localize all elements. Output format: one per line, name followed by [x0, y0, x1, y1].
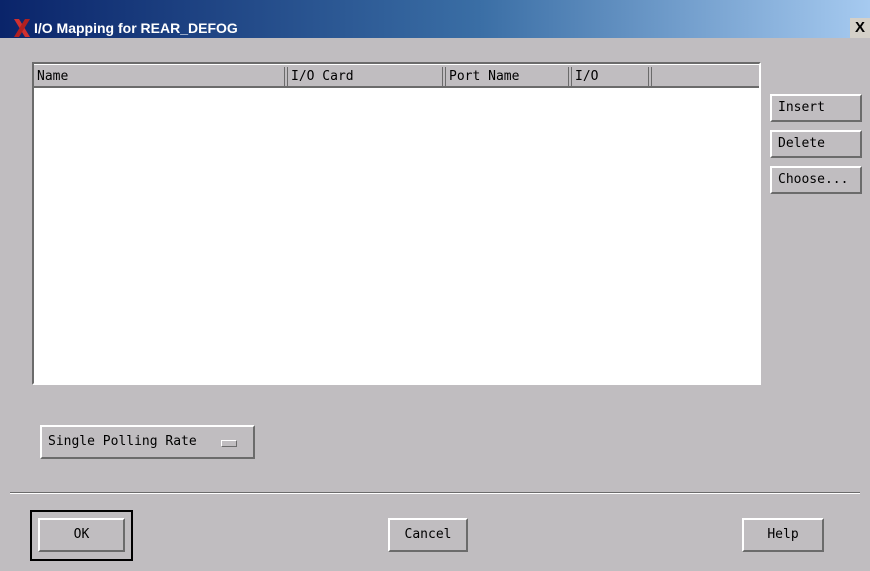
table-header: Name I/O Card Port Name I/O [34, 64, 759, 88]
dialog-window: I/O Mapping for REAR_DEFOG X Name I/O Ca… [0, 0, 870, 571]
x-logo-icon [13, 18, 31, 38]
option-menu-indicator-icon [221, 440, 237, 447]
choose-button[interactable]: Choose... [770, 166, 862, 194]
window-title: I/O Mapping for REAR_DEFOG [34, 20, 238, 36]
polling-rate-selected: Single Polling Rate [48, 434, 197, 449]
title-bar[interactable]: I/O Mapping for REAR_DEFOG X [0, 0, 870, 38]
ok-button[interactable]: OK [38, 518, 125, 552]
column-header-name[interactable]: Name [34, 64, 288, 88]
cancel-button[interactable]: Cancel [388, 518, 468, 552]
insert-button[interactable]: Insert [770, 94, 862, 122]
column-header-blank [652, 64, 759, 88]
close-icon[interactable]: X [850, 18, 870, 38]
column-header-label: Port Name [449, 69, 520, 84]
column-header-io[interactable]: I/O [572, 64, 652, 88]
polling-rate-dropdown[interactable]: Single Polling Rate [40, 425, 255, 459]
column-header-label: I/O [575, 69, 599, 84]
io-mapping-table[interactable]: Name I/O Card Port Name I/O [32, 62, 761, 385]
help-button[interactable]: Help [742, 518, 824, 552]
column-header-label: Name [37, 69, 69, 84]
column-header-port-name[interactable]: Port Name [446, 64, 572, 88]
column-header-label: I/O Card [291, 69, 354, 84]
separator-line [10, 492, 860, 494]
delete-button[interactable]: Delete [770, 130, 862, 158]
column-header-io-card[interactable]: I/O Card [288, 64, 446, 88]
